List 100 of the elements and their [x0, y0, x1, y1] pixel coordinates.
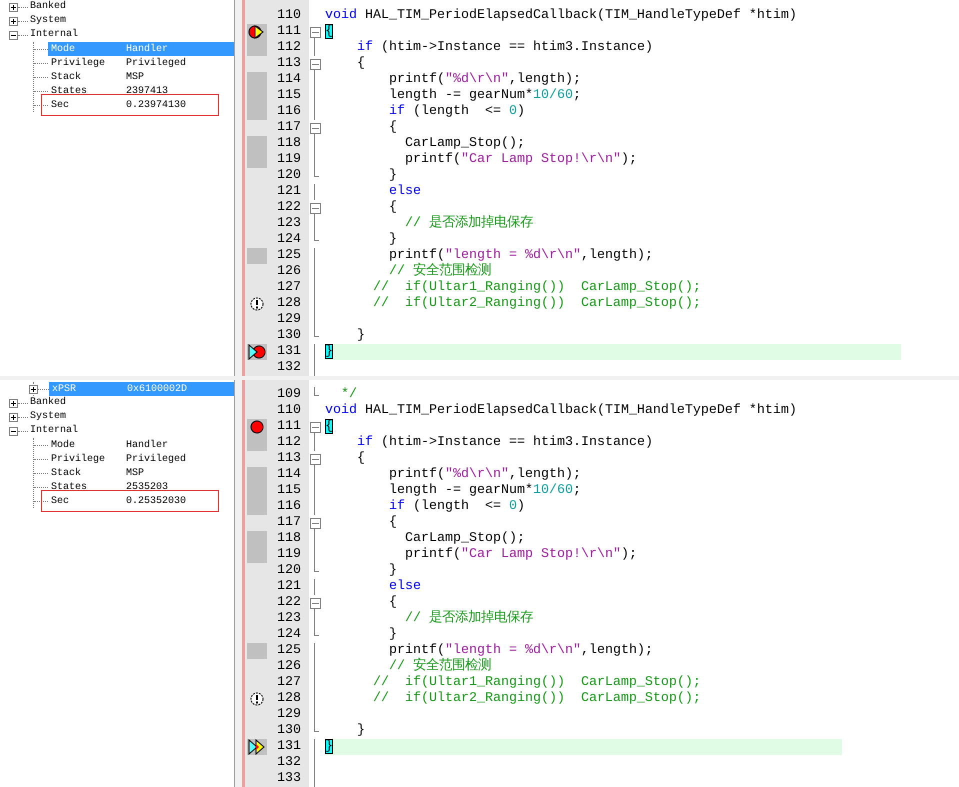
register-name: Privilege: [51, 58, 106, 68]
register-name: Stack: [51, 72, 82, 82]
minus-icon[interactable]: [9, 426, 18, 436]
plus-icon[interactable]: [29, 384, 38, 394]
plus-icon[interactable]: [9, 16, 18, 26]
collapse-icon[interactable]: [310, 58, 321, 70]
code-line: CarLamp_Stop();: [404, 531, 526, 547]
tree-item[interactable]: Banked: [28, 396, 68, 410]
tree-item[interactable]: Banked: [28, 0, 68, 14]
line-number: 119: [276, 547, 302, 563]
register-value: Privileged: [126, 58, 186, 68]
code-line: }: [388, 232, 398, 248]
code-line: {: [388, 515, 398, 531]
code-line: printf("%d\r\n",length);: [388, 467, 582, 483]
register-row[interactable]: Stack MSP: [48, 70, 234, 84]
line-number: 111: [276, 419, 302, 435]
plus-icon[interactable]: [9, 412, 18, 422]
line-number: 130: [276, 328, 302, 344]
line-number: 121: [276, 184, 302, 200]
line-number: 130: [276, 723, 302, 739]
plus-icon[interactable]: [9, 398, 18, 408]
code-line: // 安全范围检测: [388, 264, 492, 280]
minus-icon[interactable]: [9, 30, 18, 40]
code-line: length -= gearNum*10/60;: [388, 483, 582, 499]
tree-item[interactable]: System: [28, 410, 68, 424]
line-number: 132: [276, 755, 302, 771]
code-line: }: [388, 627, 398, 643]
line-number: 122: [276, 595, 302, 611]
register-row[interactable]: States 2397413: [48, 84, 234, 98]
register-row[interactable]: Mode Handler: [48, 438, 234, 452]
register-row[interactable]: Stack MSP: [48, 466, 234, 480]
line-number: 114: [276, 72, 302, 88]
collapse-icon[interactable]: [310, 202, 321, 214]
collapse-icon[interactable]: [310, 454, 321, 464]
code-line: // if(Ultar2_Ranging()) CarLamp_Stop();: [372, 691, 702, 707]
line-number: 124: [276, 232, 302, 248]
register-name: Mode: [51, 44, 76, 54]
line-number: 112: [276, 40, 302, 56]
register-row[interactable]: States 2535203: [48, 480, 234, 494]
line-number: 126: [276, 264, 302, 280]
code-line: void HAL_TIM_PeriodElapsedCallback(TIM_HandleTypeDef *htim): [325, 403, 798, 419]
register-row[interactable]: Privilege Privileged: [48, 56, 234, 70]
collapse-icon[interactable]: [310, 422, 321, 432]
code-line: else: [388, 184, 422, 200]
collapse-icon[interactable]: [310, 26, 321, 38]
code-line: {: [356, 451, 366, 467]
warning-icon[interactable]: [248, 296, 266, 312]
code-line: if (length <= 0): [388, 104, 526, 120]
register-value: 0x6100002D: [127, 384, 188, 394]
register-name: Sec: [51, 100, 70, 110]
register-name: xPSR: [52, 384, 78, 394]
register-row[interactable]: Privilege Privileged: [48, 452, 234, 466]
register-name: Sec: [51, 496, 70, 506]
register-row[interactable]: Sec 0.25352030: [48, 494, 234, 508]
register-value: 0.23974130: [126, 100, 186, 110]
line-number: 116: [276, 499, 302, 515]
collapse-icon[interactable]: [310, 518, 321, 528]
code-line: // 安全范围检测: [388, 659, 492, 675]
line-number: 127: [276, 280, 302, 296]
plus-icon[interactable]: [9, 2, 18, 12]
register-value: 2535203: [126, 482, 168, 492]
code-line: // 是否添加掉电保存: [404, 611, 534, 627]
line-number: 123: [276, 611, 302, 627]
register-name: Mode: [51, 440, 76, 450]
code-line: }: [356, 328, 366, 344]
collapse-icon[interactable]: [310, 122, 321, 134]
tree-item[interactable]: System: [28, 14, 68, 28]
code-line: {: [388, 595, 398, 611]
register-name: Privilege: [51, 454, 106, 464]
line-number: 121: [276, 579, 302, 595]
code-line: CarLamp_Stop();: [404, 136, 526, 152]
line-number: 120: [276, 168, 302, 184]
register-name: States: [51, 86, 88, 96]
line-number: 113: [276, 451, 302, 467]
tree-item[interactable]: Internal: [28, 28, 80, 42]
line-number: 119: [276, 152, 302, 168]
code-line: // if(Ultar2_Ranging()) CarLamp_Stop();: [372, 296, 702, 312]
line-number: 131: [276, 739, 302, 755]
line-number: 118: [276, 136, 302, 152]
line-number: 114: [276, 467, 302, 483]
collapse-icon[interactable]: [310, 598, 321, 608]
line-number: 129: [276, 707, 302, 723]
line-number: 124: [276, 627, 302, 643]
warning-icon[interactable]: [248, 691, 266, 707]
line-number: 125: [276, 643, 302, 659]
tree-item[interactable]: Internal: [28, 424, 80, 438]
line-number: 132: [276, 360, 302, 376]
line-number: 127: [276, 675, 302, 691]
line-number: 118: [276, 531, 302, 547]
line-number: 111: [276, 24, 302, 40]
code-line: if (htim->Instance == htim3.Instance): [356, 435, 654, 451]
code-line: printf("length = %d\r\n",length);: [388, 248, 654, 263]
line-number: 125: [276, 248, 302, 264]
register-value: MSP: [126, 72, 144, 82]
code-line: {: [356, 56, 366, 72]
line-number: 113: [276, 56, 302, 72]
line-number: 117: [276, 120, 302, 136]
register-row[interactable]: Sec 0.23974130: [48, 98, 234, 112]
code-line: // if(Ultar1_Ranging()) CarLamp_Stop();: [372, 675, 702, 691]
code-line: else: [388, 579, 422, 595]
